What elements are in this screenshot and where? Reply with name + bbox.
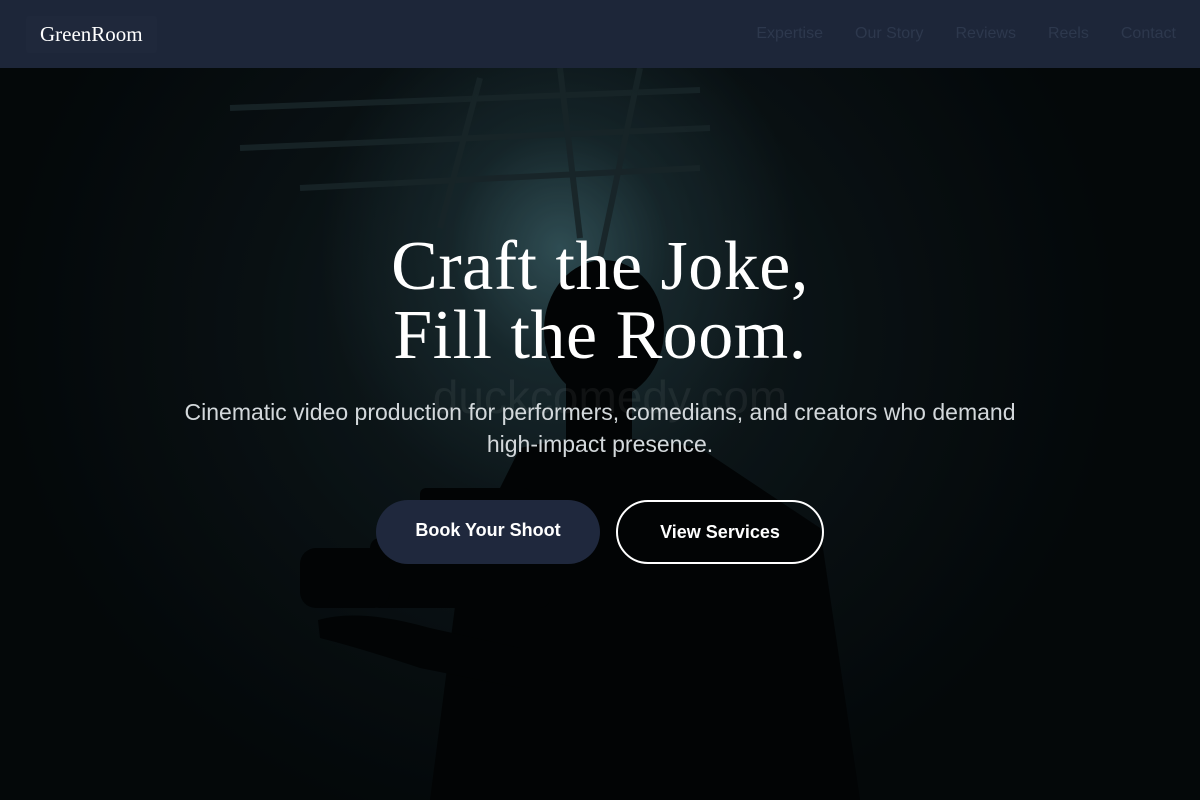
book-shoot-button[interactable]: Book Your Shoot (376, 500, 600, 564)
cta-row: Book Your Shoot View Services (0, 500, 1200, 564)
hero-headline-line2: Fill the Room. (393, 297, 807, 374)
hero-headline-line1: Craft the Joke, (391, 228, 809, 305)
nav-link-our-story[interactable]: Our Story (855, 25, 923, 43)
hero-content: Craft the Joke, Fill the Room. Cinematic… (0, 232, 1200, 564)
nav-link-reels[interactable]: Reels (1048, 25, 1089, 43)
nav-links: Expertise Our Story Reviews Reels Contac… (756, 25, 1176, 43)
nav-link-expertise[interactable]: Expertise (756, 25, 823, 43)
nav-link-reviews[interactable]: Reviews (955, 25, 1015, 43)
view-services-button[interactable]: View Services (616, 500, 824, 564)
hero-subtitle: Cinematic video production for performer… (184, 399, 1016, 457)
brand-logo[interactable]: GreenRoom (26, 15, 157, 53)
hero-section: duckcomedy.com Craft the Joke, Fill the … (0, 68, 1200, 800)
top-navbar: GreenRoom Expertise Our Story Reviews Re… (0, 0, 1200, 68)
hero-headline: Craft the Joke, Fill the Room. (0, 228, 1200, 374)
nav-link-contact[interactable]: Contact (1121, 25, 1176, 43)
